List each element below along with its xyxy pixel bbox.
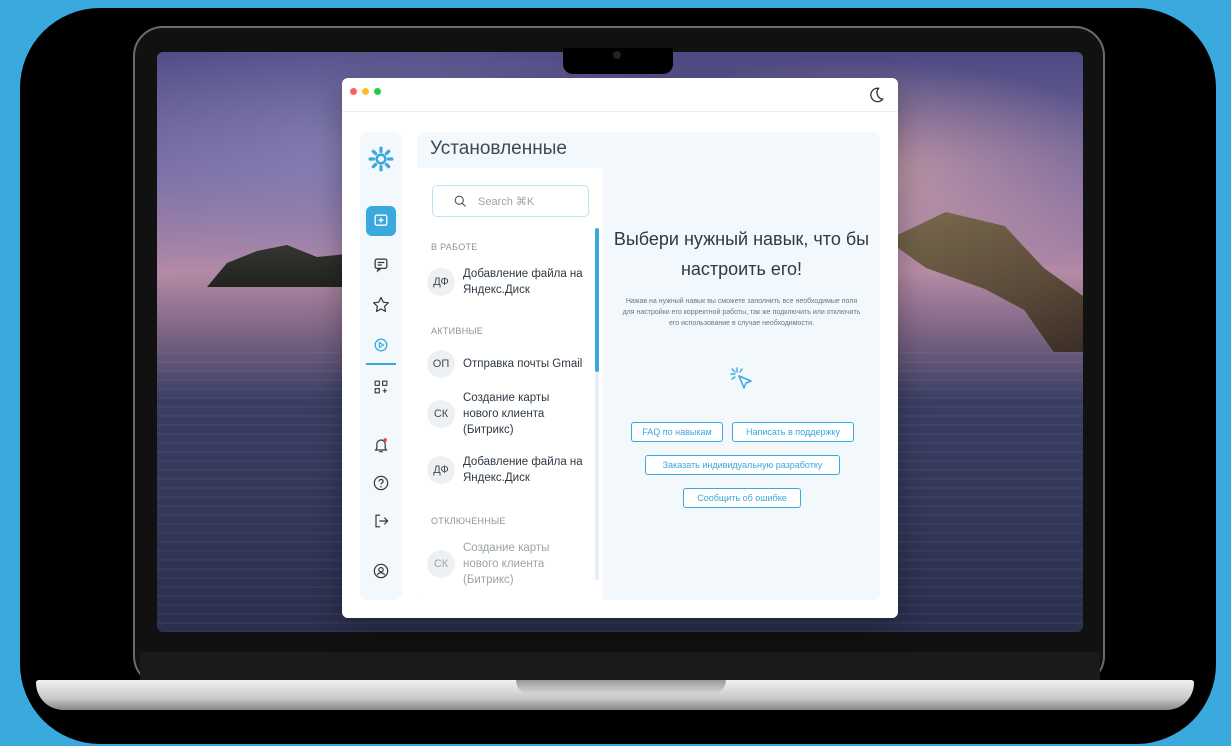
close-window-button[interactable] [350,88,357,95]
avatar: ОП [427,350,455,378]
avatar: СК [427,550,455,578]
title-bar [342,78,898,112]
list-item-label: Добавление файла на Яндекс.Диск [463,268,583,296]
list-item[interactable]: СК Создание карты нового клиента (Битрик… [427,540,587,588]
wallpaper-island-right [887,212,1083,352]
moon-icon[interactable] [866,85,886,105]
minimize-window-button[interactable] [362,88,369,95]
custom-development-button[interactable]: Заказать индивидуальную разработку [645,455,840,475]
faq-button[interactable]: FAQ по навыкам [631,422,723,442]
search-input[interactable]: Search ⌘K [432,185,589,217]
add-app-icon[interactable] [366,372,396,402]
search-icon [454,195,466,207]
list-item[interactable]: ОП Отправка почты Gmail [427,350,587,378]
list-item[interactable]: СК Создание карты нового клиента (Битрик… [427,390,587,438]
skill-detail: Выбери нужный навык, что бы настроить ег… [603,168,880,600]
laptop-base-groove [516,680,726,694]
list-item-label: Отправка почты Gmail [463,358,583,370]
page-title: Установленные [430,138,567,159]
list-item-label: Создание карты нового клиента (Битрикс) [463,542,550,586]
list-item[interactable]: ДФ Добавление файла на Яндекс.Диск [427,266,587,298]
search-placeholder: Search ⌘K [478,195,535,208]
avatar: СК [427,400,455,428]
list-item-label: Добавление файла на Яндекс.Диск [463,456,583,484]
window-controls [350,88,381,95]
list-item[interactable]: ДФ Добавление файла на Яндекс.Диск [427,454,587,486]
camera-notch [563,48,673,74]
logout-icon[interactable] [366,506,396,536]
message-icon[interactable] [366,250,396,280]
avatar: ДФ [427,456,455,484]
profile-icon[interactable] [366,556,396,586]
star-icon[interactable] [366,290,396,320]
detail-description: Нажав на нужный навык вы сможете заполни… [622,298,861,327]
report-bug-button[interactable]: Сообщить об ошибке [683,488,801,508]
skills-panel: Установленные Search ⌘K В РАБОТЕ ДФ Доба… [417,132,880,600]
sidebar [360,132,402,600]
maximize-window-button[interactable] [374,88,381,95]
settings-gear-icon[interactable] [366,144,396,174]
support-button[interactable]: Написать в поддержку [732,422,854,442]
app-window: Установленные Search ⌘K В РАБОТЕ ДФ Доба… [342,78,898,618]
camera-icon [613,51,621,59]
detail-title: Выбери нужный навык, что бы настроить ег… [613,229,870,279]
list-item-label: Создание карты нового клиента (Битрикс) [463,392,550,436]
notification-icon[interactable] [366,430,396,460]
scrollbar[interactable] [595,228,599,580]
section-working: В РАБОТЕ [431,242,478,252]
help-icon[interactable] [366,468,396,498]
section-active: АКТИВНЫЕ [431,326,484,336]
avatar: ДФ [427,268,455,296]
chat-plus-icon[interactable] [366,206,396,236]
skills-list: Search ⌘K В РАБОТЕ ДФ Добавление файла н… [417,168,603,600]
scrollbar-thumb[interactable] [595,228,599,372]
section-disabled: ОТКЛЮЧЕННЫЕ [431,516,506,526]
laptop-bezel-bottom [140,652,1100,680]
cursor-click-icon [730,367,752,389]
active-tab-indicator [366,363,396,365]
skills-icon[interactable] [366,330,396,360]
